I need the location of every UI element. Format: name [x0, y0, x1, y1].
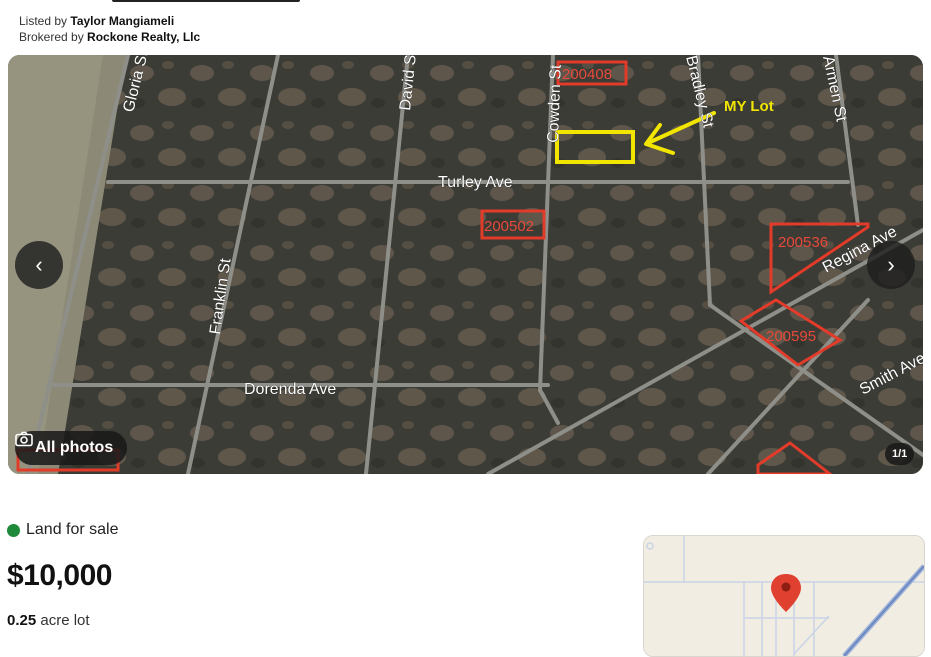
brokered-by-label: Brokered by: [19, 30, 84, 44]
street-turley: Turley Ave: [438, 174, 513, 191]
status-label: Land for sale: [26, 521, 119, 538]
next-photo-button[interactable]: ›: [867, 241, 915, 289]
lot-size-value: 0.25: [7, 612, 37, 629]
brokered-by-name[interactable]: Rockone Realty, Llc: [87, 30, 200, 44]
listing-photo[interactable]: 200408 200502 200536 200595 MY Lot Glori…: [8, 55, 923, 474]
status-dot-icon: [7, 523, 20, 537]
parcel-label-200595: 200595: [766, 328, 816, 345]
previous-photo-button[interactable]: ‹: [15, 241, 63, 289]
lot-size-unit: acre lot: [40, 612, 90, 629]
chevron-right-icon: ›: [887, 252, 895, 277]
parcel-label-200536: 200536: [778, 234, 828, 251]
listed-by-label: Listed by: [19, 14, 68, 28]
parcel-label-200408: 200408: [562, 66, 612, 83]
listing-meta: Listed by Taylor Mangiameli Brokered by …: [19, 13, 200, 45]
top-bar-edge: [112, 0, 300, 2]
lot-size: 0.25 acre lot: [7, 612, 90, 629]
my-lot-annotation: MY Lot: [724, 98, 774, 115]
listing-price: $10,000: [7, 559, 112, 592]
chevron-left-icon: ‹: [35, 252, 43, 277]
street-dorenda: Dorenda Ave: [244, 381, 336, 398]
listed-by-row: Listed by Taylor Mangiameli: [19, 13, 200, 29]
all-photos-button[interactable]: All photos: [15, 431, 128, 465]
listing-status: Land for sale: [7, 521, 119, 539]
parcel-label-200502: 200502: [484, 218, 534, 235]
mini-map[interactable]: [643, 535, 925, 657]
all-photos-label: All photos: [35, 439, 114, 456]
listed-by-name[interactable]: Taylor Mangiameli: [70, 14, 174, 28]
brokered-by-row: Brokered by Rockone Realty, Llc: [19, 29, 200, 45]
mini-map-image: [644, 536, 924, 656]
photo-counter: 1/1: [885, 443, 915, 465]
aerial-map-image: 200408 200502 200536 200595 MY Lot Glori…: [8, 55, 923, 474]
street-cowden: Cowden St: [545, 64, 565, 143]
